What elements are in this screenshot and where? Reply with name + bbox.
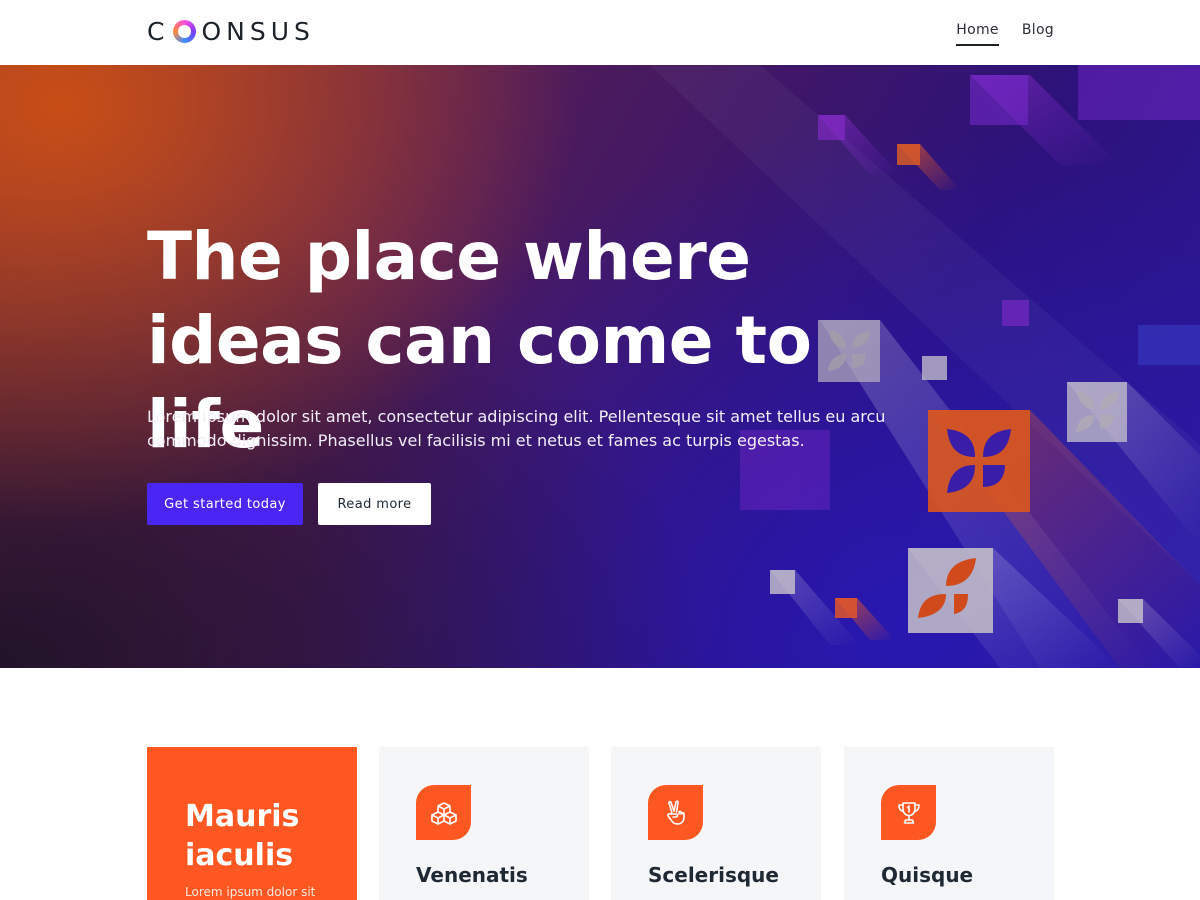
get-started-button[interactable]: Get started today	[147, 483, 303, 525]
read-more-button[interactable]: Read more	[318, 483, 431, 525]
hero-description: Lorem ipsum dolor sit amet, consectetur …	[147, 407, 886, 450]
site-header: C ONSUS Home Blog	[0, 0, 1200, 65]
cubes-icon	[416, 785, 471, 840]
featured-card-title: Mauris iaculis	[185, 799, 300, 873]
logo-text: ONSUS	[201, 16, 315, 46]
feature-card-title: Venenatis	[416, 863, 528, 887]
nav-blog-link[interactable]: Blog	[1022, 22, 1054, 46]
trophy-icon	[881, 785, 936, 840]
logo-initial: C	[147, 16, 170, 46]
main-nav: Home Blog	[956, 22, 1054, 46]
feature-card-scelerisque[interactable]: Scelerisque	[611, 747, 821, 900]
feature-card-venenatis[interactable]: Venenatis	[379, 747, 589, 900]
logo-ring-icon	[173, 19, 197, 43]
hero-section: The place where ideas can come to life L…	[0, 65, 1200, 668]
featured-card[interactable]: Mauris iaculis Lorem ipsum dolor sit	[147, 747, 357, 900]
nav-home-link[interactable]: Home	[956, 22, 999, 46]
feature-card-title: Quisque	[881, 863, 974, 887]
logo[interactable]: C ONSUS	[147, 16, 315, 46]
peace-hand-icon	[648, 785, 703, 840]
feature-card-quisque[interactable]: Quisque	[844, 747, 1054, 900]
feature-card-title: Scelerisque	[648, 863, 779, 887]
featured-card-subtitle: Lorem ipsum dolor sit	[185, 885, 316, 899]
features-section: Mauris iaculis Lorem ipsum dolor sit Ven…	[0, 668, 1200, 900]
